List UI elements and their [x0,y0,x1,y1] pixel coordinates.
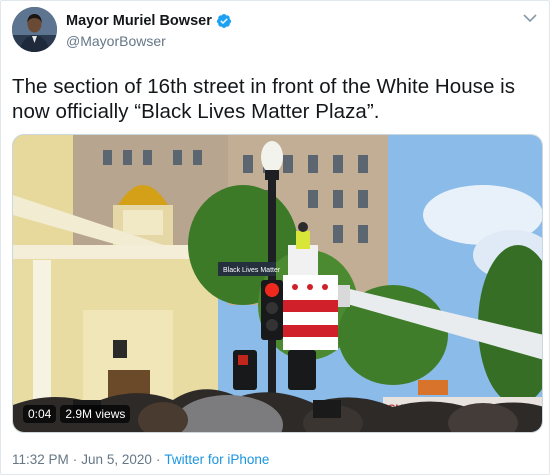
meta-separator: · [72,452,78,467]
tweet-time[interactable]: 11:32 PM [12,452,69,467]
avatar-image [12,7,57,52]
author-handle[interactable]: @MayorBowser [66,33,166,49]
tweet-source[interactable]: Twitter for iPhone [164,452,269,467]
tweet-meta: 11:32 PM · Jun 5, 2020 · Twitter for iPh… [12,452,269,467]
tweet-text: The section of 16th street in front of t… [12,75,516,123]
video-view-count: 2.9M views [60,405,131,423]
author-display-name[interactable]: Mayor Muriel Bowser [66,13,212,29]
video-duration: 0:04 [23,405,57,423]
video-frame-image: Black Lives Matter SUPPORT D [13,135,542,432]
verified-badge-icon [216,14,231,28]
video-badges: 0:04 2.9M views [23,405,131,423]
meta-separator-2: · [155,452,161,467]
street-sign-text: Black Lives Matter [223,267,281,274]
video-player[interactable]: Black Lives Matter SUPPORT D [12,134,543,433]
chevron-down-icon[interactable] [523,13,537,23]
tweet-card: Mayor Muriel Bowser @MayorBowser The sec… [0,0,550,475]
tweet-date[interactable]: Jun 5, 2020 [81,452,152,467]
avatar[interactable] [12,7,57,52]
